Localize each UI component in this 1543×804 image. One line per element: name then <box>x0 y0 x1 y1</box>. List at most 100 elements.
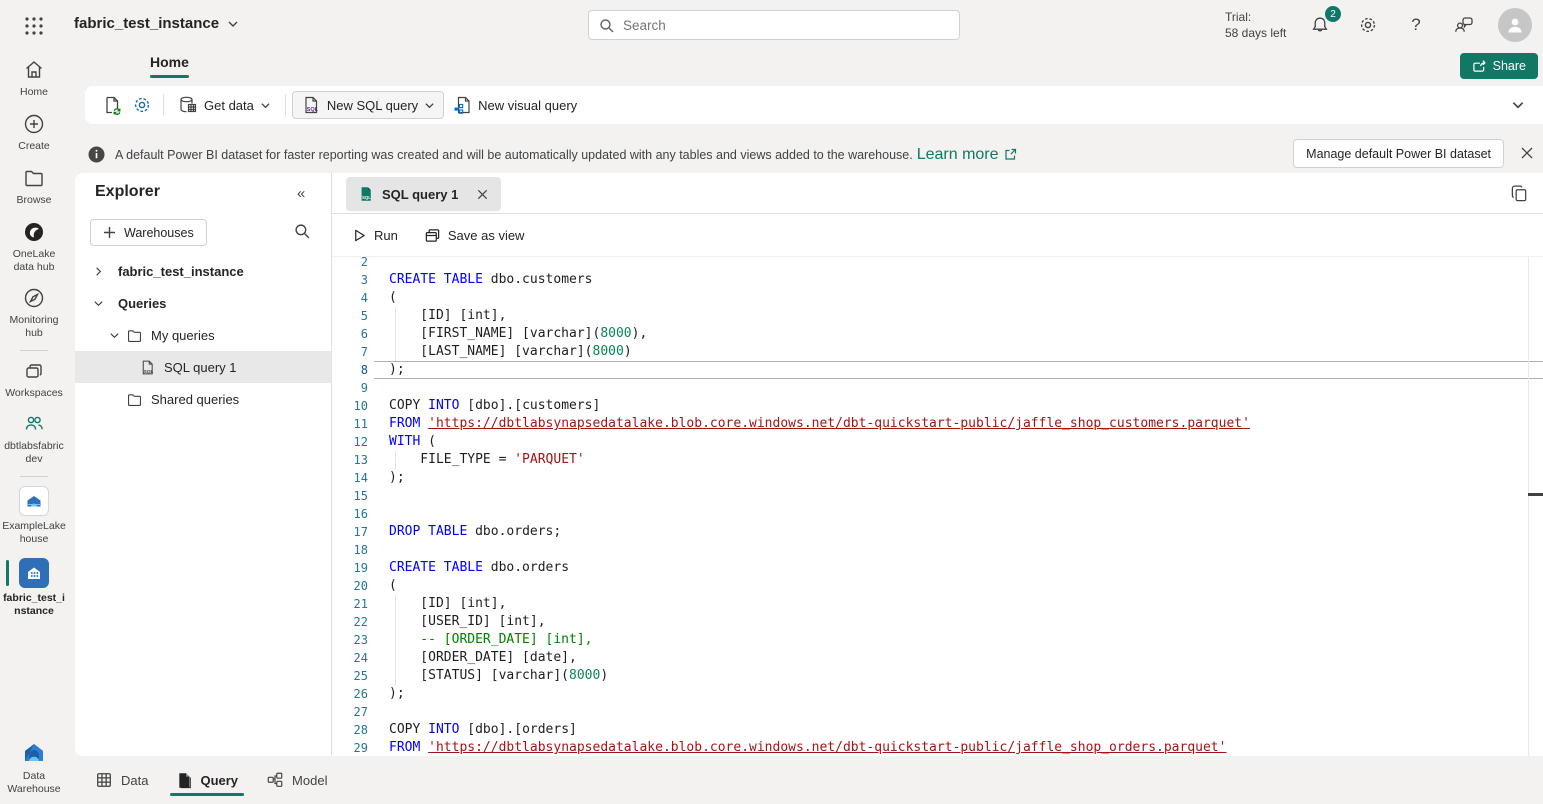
line-number: 2 <box>332 257 368 271</box>
nav-data-warehouse[interactable]: Data Warehouse <box>0 738 68 796</box>
get-data-button[interactable]: Get data <box>170 91 279 119</box>
nav-item-examplelakehouse[interactable]: ExampleLakehouse <box>0 486 68 546</box>
left-nav-rail: Home Create Browse OneLake data hub Moni… <box>0 50 68 804</box>
collapse-panel-icon[interactable]: « <box>297 185 305 202</box>
sql-code-editor[interactable]: 23CREATE TABLE dbo.customers4(5 [ID] [in… <box>332 257 1543 756</box>
external-link-icon[interactable] <box>1004 148 1017 161</box>
editor-scrollbar[interactable] <box>1528 257 1529 756</box>
save-view-icon <box>424 227 441 244</box>
refresh-icon <box>102 95 122 115</box>
code-line-23[interactable]: 23 -- [ORDER_DATE] [int], <box>332 631 1543 649</box>
avatar[interactable] <box>1498 8 1532 42</box>
workspace-name: fabric_test_instance <box>74 15 219 32</box>
workspace-switcher[interactable]: fabric_test_instance <box>74 15 239 32</box>
onelake-icon <box>22 220 46 244</box>
home-icon <box>22 58 46 82</box>
code-line-12[interactable]: 12WITH ( <box>332 433 1543 451</box>
tab-home[interactable]: Home <box>150 54 189 76</box>
code-line-17[interactable]: 17DROP TABLE dbo.orders; <box>332 523 1543 541</box>
explorer-search-icon[interactable] <box>294 223 311 240</box>
learn-more-link[interactable]: Learn more <box>917 146 999 164</box>
nav-monitoring-hub[interactable]: Monitoring hub <box>0 286 68 340</box>
close-tab-icon[interactable] <box>476 188 489 201</box>
manage-dataset-button[interactable]: Manage default Power BI dataset <box>1293 139 1504 168</box>
tree-item-my-queries[interactable]: My queries <box>75 319 331 351</box>
code-line-11[interactable]: 11FROM 'https://dbtlabsynapsedatalake.bl… <box>332 415 1543 433</box>
nav-home[interactable]: Home <box>0 58 68 99</box>
code-line-3[interactable]: 3CREATE TABLE dbo.customers <box>332 271 1543 289</box>
code-line-16[interactable]: 16 <box>332 505 1543 523</box>
explorer-tree: fabric_test_instance Queries My queries … <box>75 255 331 415</box>
feedback-icon <box>1453 15 1475 35</box>
code-line-5[interactable]: 5 [ID] [int], <box>332 307 1543 325</box>
refresh-dataset-button[interactable] <box>97 91 127 119</box>
line-number: 26 <box>332 685 368 703</box>
chevron-right-icon <box>93 266 104 277</box>
visual-query-icon <box>452 95 472 115</box>
save-as-view-button[interactable]: Save as view <box>424 227 525 244</box>
code-line-6[interactable]: 6 [FIRST_NAME] [varchar](8000), <box>332 325 1543 343</box>
code-line-15[interactable]: 15 <box>332 487 1543 505</box>
code-line-19[interactable]: 19CREATE TABLE dbo.orders <box>332 559 1543 577</box>
tab-data[interactable]: Data <box>95 756 148 804</box>
new-sql-query-button[interactable]: SQL New SQL query <box>292 91 444 119</box>
tab-model[interactable]: Model <box>266 756 327 804</box>
nav-create[interactable]: Create <box>0 112 68 153</box>
nav-workspaces[interactable]: Workspaces <box>0 359 68 400</box>
tree-item-queries[interactable]: Queries <box>75 287 331 319</box>
nav-onelake-data-hub[interactable]: OneLake data hub <box>0 220 68 274</box>
code-line-25[interactable]: 25 [STATUS] [varchar](8000) <box>332 667 1543 685</box>
svg-text:SQL: SQL <box>362 195 371 200</box>
tree-item-sql-query-1[interactable]: SQL SQL query 1 <box>75 351 331 383</box>
banner-close-icon[interactable] <box>1519 145 1535 161</box>
line-number: 21 <box>332 595 368 613</box>
global-search <box>588 10 960 40</box>
copy-icon[interactable] <box>1510 184 1529 203</box>
tree-item-shared-queries[interactable]: Shared queries <box>75 383 331 415</box>
code-line-20[interactable]: 20( <box>332 577 1543 595</box>
nav-workspace-dbtlabsfabricdev[interactable]: dbtlabsfabricdev <box>0 412 68 466</box>
code-line-21[interactable]: 21 [ID] [int], <box>332 595 1543 613</box>
code-line-2[interactable]: 2 <box>332 257 1543 271</box>
code-line-8[interactable]: 8); <box>332 361 1543 379</box>
line-number: 24 <box>332 649 368 667</box>
code-line-4[interactable]: 4( <box>332 289 1543 307</box>
code-line-26[interactable]: 26); <box>332 685 1543 703</box>
line-number: 27 <box>332 703 368 721</box>
nav-item-fabric-test-instance[interactable]: fabric_test_instance <box>0 558 68 618</box>
line-number: 18 <box>332 541 368 559</box>
help-button[interactable]: ? <box>1404 13 1428 37</box>
tab-sql-query-1[interactable]: SQL SQL query 1 <box>346 177 501 211</box>
share-button[interactable]: Share <box>1460 53 1538 79</box>
add-warehouses-button[interactable]: Warehouses <box>90 219 207 246</box>
run-button[interactable]: Run <box>352 228 398 243</box>
tab-query[interactable]: Query <box>176 756 238 804</box>
query-settings-button[interactable] <box>127 91 157 119</box>
info-icon <box>88 146 105 163</box>
share-icon <box>1472 59 1487 73</box>
tree-item-warehouse-root[interactable]: fabric_test_instance <box>75 255 331 287</box>
code-line-18[interactable]: 18 <box>332 541 1543 559</box>
code-line-29[interactable]: 29FROM 'https://dbtlabsynapsedatalake.bl… <box>332 739 1543 756</box>
code-line-9[interactable]: 9 <box>332 379 1543 397</box>
code-line-13[interactable]: 13 FILE_TYPE = 'PARQUET' <box>332 451 1543 469</box>
line-number: 17 <box>332 523 368 541</box>
settings-button[interactable] <box>1356 13 1380 37</box>
new-visual-query-button[interactable]: New visual query <box>444 91 585 119</box>
grid-icon <box>95 771 113 789</box>
feedback-button[interactable] <box>1452 13 1476 37</box>
code-line-27[interactable]: 27 <box>332 703 1543 721</box>
code-line-14[interactable]: 14); <box>332 469 1543 487</box>
code-line-24[interactable]: 24 [ORDER_DATE] [date], <box>332 649 1543 667</box>
code-line-7[interactable]: 7 [LAST_NAME] [varchar](8000) <box>332 343 1543 361</box>
line-number: 12 <box>332 433 368 451</box>
code-line-22[interactable]: 22 [USER_ID] [int], <box>332 613 1543 631</box>
ribbon-tab-row: Home Share <box>68 50 1543 82</box>
ribbon-collapse-chevron[interactable] <box>1511 98 1525 112</box>
nav-browse[interactable]: Browse <box>0 166 68 207</box>
code-line-28[interactable]: 28COPY INTO [dbo].[orders] <box>332 721 1543 739</box>
code-line-10[interactable]: 10COPY INTO [dbo].[customers] <box>332 397 1543 415</box>
app-launcher-icon[interactable] <box>21 13 47 39</box>
search-input[interactable] <box>623 12 953 38</box>
query-tab-strip: SQL SQL query 1 <box>332 173 1543 214</box>
